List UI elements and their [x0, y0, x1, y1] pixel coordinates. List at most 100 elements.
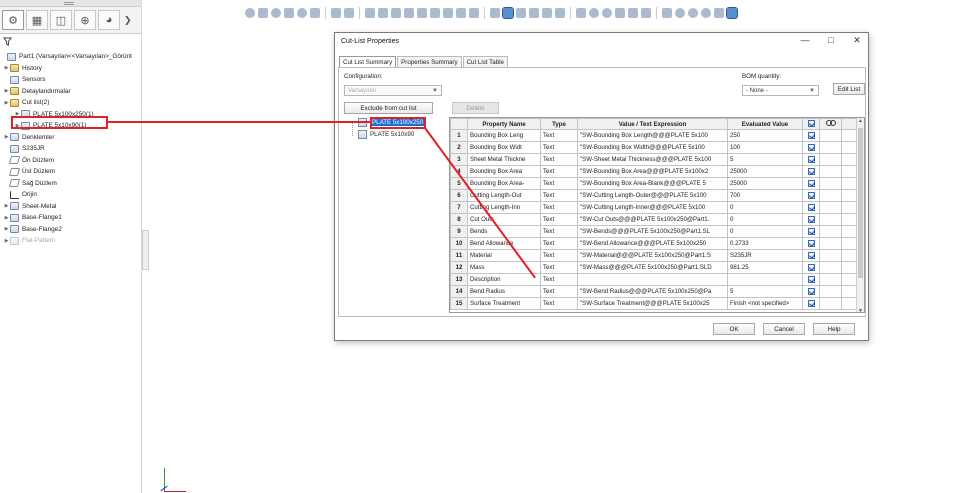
apply-scene-icon[interactable] — [529, 8, 539, 18]
type-cell[interactable]: Text — [540, 189, 578, 202]
table-row[interactable]: 1 Bounding Box Leng Text "SW-Bounding Box L… — [450, 129, 859, 142]
section-view-icon[interactable] — [628, 8, 638, 18]
edit-appearance-icon[interactable] — [516, 8, 526, 18]
scrollbar-thumb[interactable] — [858, 128, 863, 278]
zoom-fit-icon[interactable] — [589, 8, 599, 18]
tree-item[interactable]: ▶ Base-Flange1 — [0, 212, 142, 224]
expression-cell[interactable]: "SW-Cutting Length-Outer@@@PLATE 5x100 — [577, 189, 728, 202]
edit-appearance-icon[interactable] — [688, 8, 698, 18]
hide-show-icon[interactable] — [675, 8, 685, 18]
link-cell[interactable] — [819, 273, 842, 286]
monitor-icon[interactable] — [391, 8, 401, 18]
checkbox-icon[interactable] — [807, 215, 815, 223]
expand-arrow-icon[interactable]: ▶ — [3, 65, 10, 71]
type-cell[interactable]: Text — [540, 249, 578, 262]
checkbox-icon[interactable] — [807, 120, 815, 128]
expression-cell[interactable]: "SW-Cutting Length-Inner@@@PLATE 5x100 — [577, 201, 728, 214]
property-name-cell[interactable]: Bounding Box Area- — [467, 177, 541, 190]
zoom-area-icon[interactable] — [258, 8, 268, 18]
dynamic-annotation-icon[interactable] — [297, 8, 307, 18]
type-cell[interactable]: Text — [540, 297, 578, 310]
type-cell[interactable]: Text — [540, 129, 578, 142]
configuration-manager-icon[interactable]: ◫ — [50, 10, 72, 30]
tree-item[interactable]: Üst Düzlem — [0, 166, 142, 178]
type-cell[interactable]: Text — [540, 165, 578, 178]
checkbox-icon[interactable] — [807, 227, 815, 235]
restore-icon[interactable] — [404, 8, 414, 18]
apply-scene-icon[interactable] — [701, 8, 711, 18]
display-manager-icon[interactable]: ◕ — [98, 10, 120, 30]
property-name-cell[interactable]: Bend Allowance — [467, 237, 541, 250]
include-checkbox-cell[interactable] — [802, 189, 820, 202]
type-cell[interactable]: Text — [540, 201, 578, 214]
view-settings-icon[interactable] — [365, 8, 375, 18]
tree-item[interactable]: Sağ Düzlem — [0, 178, 142, 190]
restore-icon[interactable] — [576, 8, 586, 18]
column-header[interactable]: Type — [540, 118, 578, 130]
expression-cell[interactable]: "SW-Bend Allowance@@@PLATE 5x100x250 — [577, 237, 728, 250]
expand-arrow-icon[interactable]: ▶ — [3, 203, 10, 209]
include-checkbox-cell[interactable] — [802, 129, 820, 142]
view-orientation-icon[interactable] — [310, 8, 320, 18]
hide-show-icon[interactable] — [331, 8, 341, 18]
property-name-cell[interactable]: Description — [467, 273, 541, 286]
tab-properties-summary[interactable]: Properties Summary — [397, 56, 462, 67]
view-settings-icon[interactable] — [542, 8, 552, 18]
tree-item[interactable]: Orijin — [0, 189, 142, 201]
checkbox-icon[interactable] — [807, 143, 815, 151]
type-cell[interactable]: Text — [540, 213, 578, 226]
property-manager-icon[interactable]: ▦ — [26, 10, 48, 30]
expression-cell[interactable]: "SW-Bounding Box Area-Blank@@@PLATE 5 — [577, 177, 728, 190]
link-cell[interactable] — [819, 141, 842, 154]
checkbox-icon[interactable] — [807, 251, 815, 259]
cut-list-item[interactable]: PLATE 5x10x90 — [358, 129, 414, 140]
table-row[interactable]: 15 Surface Treatment Text "SW-Surface Treat… — [450, 297, 859, 310]
bom-quantity-select[interactable]: - None - ▼ — [742, 85, 819, 96]
filter-icon[interactable] — [3, 36, 12, 46]
expression-cell[interactable]: "SW-Bounding Box Width@@@PLATE 5x100 — [577, 141, 728, 154]
tree-item[interactable]: Ön Düzlem — [0, 155, 142, 167]
link-cell[interactable] — [819, 129, 842, 142]
include-checkbox-cell[interactable] — [802, 285, 820, 298]
table-row[interactable]: 11 Material Text "SW-Material@@@PLATE 5x100… — [450, 249, 859, 262]
include-checkbox-cell[interactable] — [802, 141, 820, 154]
expression-cell[interactable]: "SW-Bounding Box Area@@@PLATE 5x100x2 — [577, 165, 728, 178]
table-row[interactable]: 3 Sheet Metal Thickne Text "SW-Sheet Metal … — [450, 153, 859, 166]
panel-grip[interactable] — [0, 0, 141, 7]
link-cell[interactable] — [819, 189, 842, 202]
previous-view-icon[interactable] — [271, 8, 281, 18]
expression-cell[interactable]: "SW-Mass@@@PLATE 5x100x250@Part1.SLD — [577, 261, 728, 274]
checkbox-icon[interactable] — [807, 239, 815, 247]
zoom-area-icon[interactable] — [430, 8, 440, 18]
table-row[interactable]: 4 Bounding Box Area Text "SW-Bounding Box A… — [450, 165, 859, 178]
expression-cell[interactable]: "SW-Material@@@PLATE 5x100x250@Part1.S — [577, 249, 728, 262]
expand-arrow-icon[interactable]: ▶ — [3, 238, 10, 244]
link-cell[interactable] — [819, 201, 842, 214]
display-icon[interactable] — [726, 7, 738, 19]
view-settings-icon[interactable] — [714, 8, 724, 18]
property-name-cell[interactable]: Bounding Box Widt — [467, 141, 541, 154]
link-cell[interactable] — [819, 213, 842, 226]
checkbox-icon[interactable] — [807, 203, 815, 211]
property-name-cell[interactable]: Surface Treatment — [467, 297, 541, 310]
tree-item[interactable]: ▶ Flat-Pattern — [0, 235, 142, 247]
column-header[interactable]: Value / Text Expression — [577, 118, 728, 130]
property-name-cell[interactable]: Material — [467, 249, 541, 262]
chevron-right-icon[interactable]: ❯ — [124, 15, 132, 26]
tree-item[interactable]: ▶ History — [0, 63, 142, 75]
expression-cell[interactable]: "SW-Sheet Metal Thickness@@@PLATE 5x100 — [577, 153, 728, 166]
tree-item[interactable]: ▶ Sheet-Metal — [0, 201, 142, 213]
property-name-cell[interactable]: Bounding Box Area — [467, 165, 541, 178]
delete-button[interactable]: Delete — [452, 102, 499, 114]
include-checkbox-cell[interactable] — [802, 261, 820, 274]
checkbox-icon[interactable] — [807, 155, 815, 163]
column-header[interactable]: Property Name — [467, 118, 541, 130]
scroll-down-icon[interactable]: ▼ — [857, 308, 864, 312]
tree-item[interactable]: Sensors — [0, 74, 142, 86]
include-checkbox-cell[interactable] — [802, 201, 820, 214]
display-icon[interactable] — [555, 8, 565, 18]
tree-part-root[interactable]: Part1 (Varsayılan<<Varsayılan>_Görünt — [0, 51, 142, 63]
property-name-cell[interactable]: Cut Outs — [467, 213, 541, 226]
display-style-icon[interactable] — [490, 8, 500, 18]
checkbox-icon[interactable] — [807, 287, 815, 295]
